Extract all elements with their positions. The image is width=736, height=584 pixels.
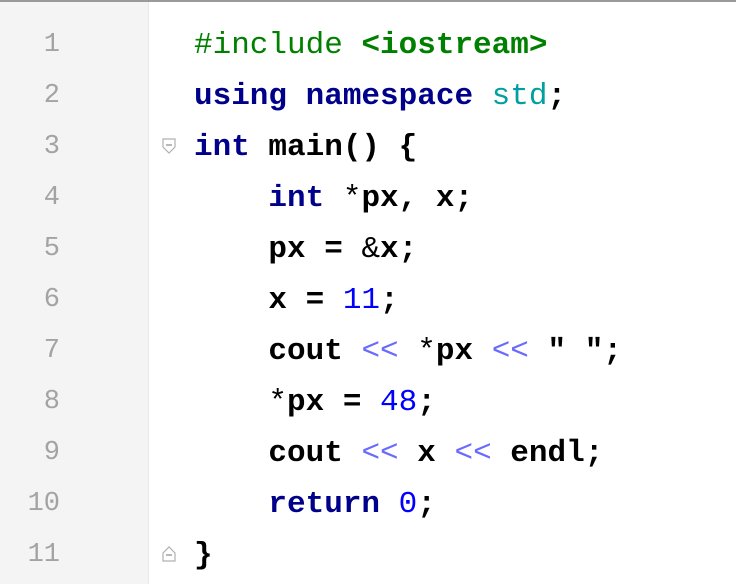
code-token: x (398, 436, 455, 471)
line-number: 8 (43, 387, 60, 417)
code-token: x = (194, 283, 343, 318)
code-text[interactable]: } (194, 530, 213, 581)
code-token: << (491, 334, 529, 369)
code-token: } (194, 538, 213, 573)
code-line[interactable]: 6 x = 11; (0, 275, 736, 326)
code-token: std (491, 79, 548, 114)
line-number: 7 (43, 336, 60, 366)
code-token: << (361, 334, 399, 369)
code-token: ; (380, 283, 399, 318)
code-token: * (417, 334, 436, 369)
code-token: main() { (249, 130, 418, 165)
code-line[interactable]: 4 int *px, x; (0, 173, 736, 224)
code-text[interactable]: return 0; (194, 479, 436, 530)
code-token: cout (194, 334, 362, 369)
code-text[interactable]: using namespace std; (194, 71, 566, 122)
code-token: int (268, 181, 325, 216)
code-lines[interactable]: 1 #include <iostream> 2 using namespace std… (0, 20, 736, 581)
line-number: 5 (43, 234, 60, 264)
code-token: #include (194, 28, 362, 63)
line-number: 1 (43, 30, 60, 60)
code-line[interactable]: 1 #include <iostream> (0, 20, 736, 71)
code-token: px = (287, 385, 381, 420)
code-token: using namespace (194, 79, 492, 114)
code-token: x; (380, 232, 418, 267)
code-token: * (268, 385, 288, 420)
code-line[interactable]: 2 using namespace std; (0, 71, 736, 122)
code-text[interactable]: int main() { (194, 122, 417, 173)
line-number: 11 (27, 540, 60, 570)
code-line[interactable]: 3 int main() { (0, 122, 736, 173)
code-token: 11 (342, 283, 381, 318)
code-token: ; (417, 385, 436, 420)
code-token: << (361, 436, 399, 471)
code-token: endl; (491, 436, 604, 471)
code-token: 48 (380, 385, 418, 420)
line-number: 2 (43, 81, 60, 111)
code-text[interactable]: #include <iostream> (194, 20, 547, 71)
code-token: <iostream> (361, 28, 548, 63)
code-text[interactable]: px = &x; (194, 224, 417, 275)
code-line[interactable]: 11} (0, 530, 736, 581)
line-number: 4 (43, 183, 60, 213)
code-editor[interactable]: 1 #include <iostream> 2 using namespace std… (0, 0, 736, 584)
code-line[interactable]: 10 return 0; (0, 479, 736, 530)
code-text[interactable]: int *px, x; (194, 173, 473, 224)
code-token: ; (547, 79, 567, 114)
code-token: << (454, 436, 492, 471)
code-line[interactable]: 5 px = &x; (0, 224, 736, 275)
code-text[interactable]: cout << *px << " "; (194, 326, 622, 377)
code-line[interactable]: 9 cout << x << endl; (0, 428, 736, 479)
fold-end-icon (162, 546, 176, 562)
code-text[interactable]: *px = 48; (194, 377, 436, 428)
code-line[interactable]: 8 *px = 48; (0, 377, 736, 428)
line-number: 9 (43, 438, 60, 468)
code-token: cout (194, 436, 362, 471)
code-token: px (435, 334, 492, 369)
line-number: 3 (43, 132, 60, 162)
line-number: 10 (27, 489, 60, 519)
code-text[interactable]: x = 11; (194, 275, 399, 326)
fold-collapse-icon[interactable] (162, 138, 176, 154)
line-number: 6 (43, 285, 60, 315)
code-token: return (268, 487, 381, 522)
code-token: ; (417, 487, 436, 522)
code-token: " "; (528, 334, 622, 369)
code-token: px = (194, 232, 362, 267)
code-token: * (342, 181, 362, 216)
code-line[interactable]: 7 cout << *px << " "; (0, 326, 736, 377)
code-token: int (194, 130, 250, 165)
code-text[interactable]: cout << x << endl; (194, 428, 603, 479)
code-token: & (361, 232, 381, 267)
code-token: px, x; (361, 181, 474, 216)
code-token: 0 (398, 487, 418, 522)
